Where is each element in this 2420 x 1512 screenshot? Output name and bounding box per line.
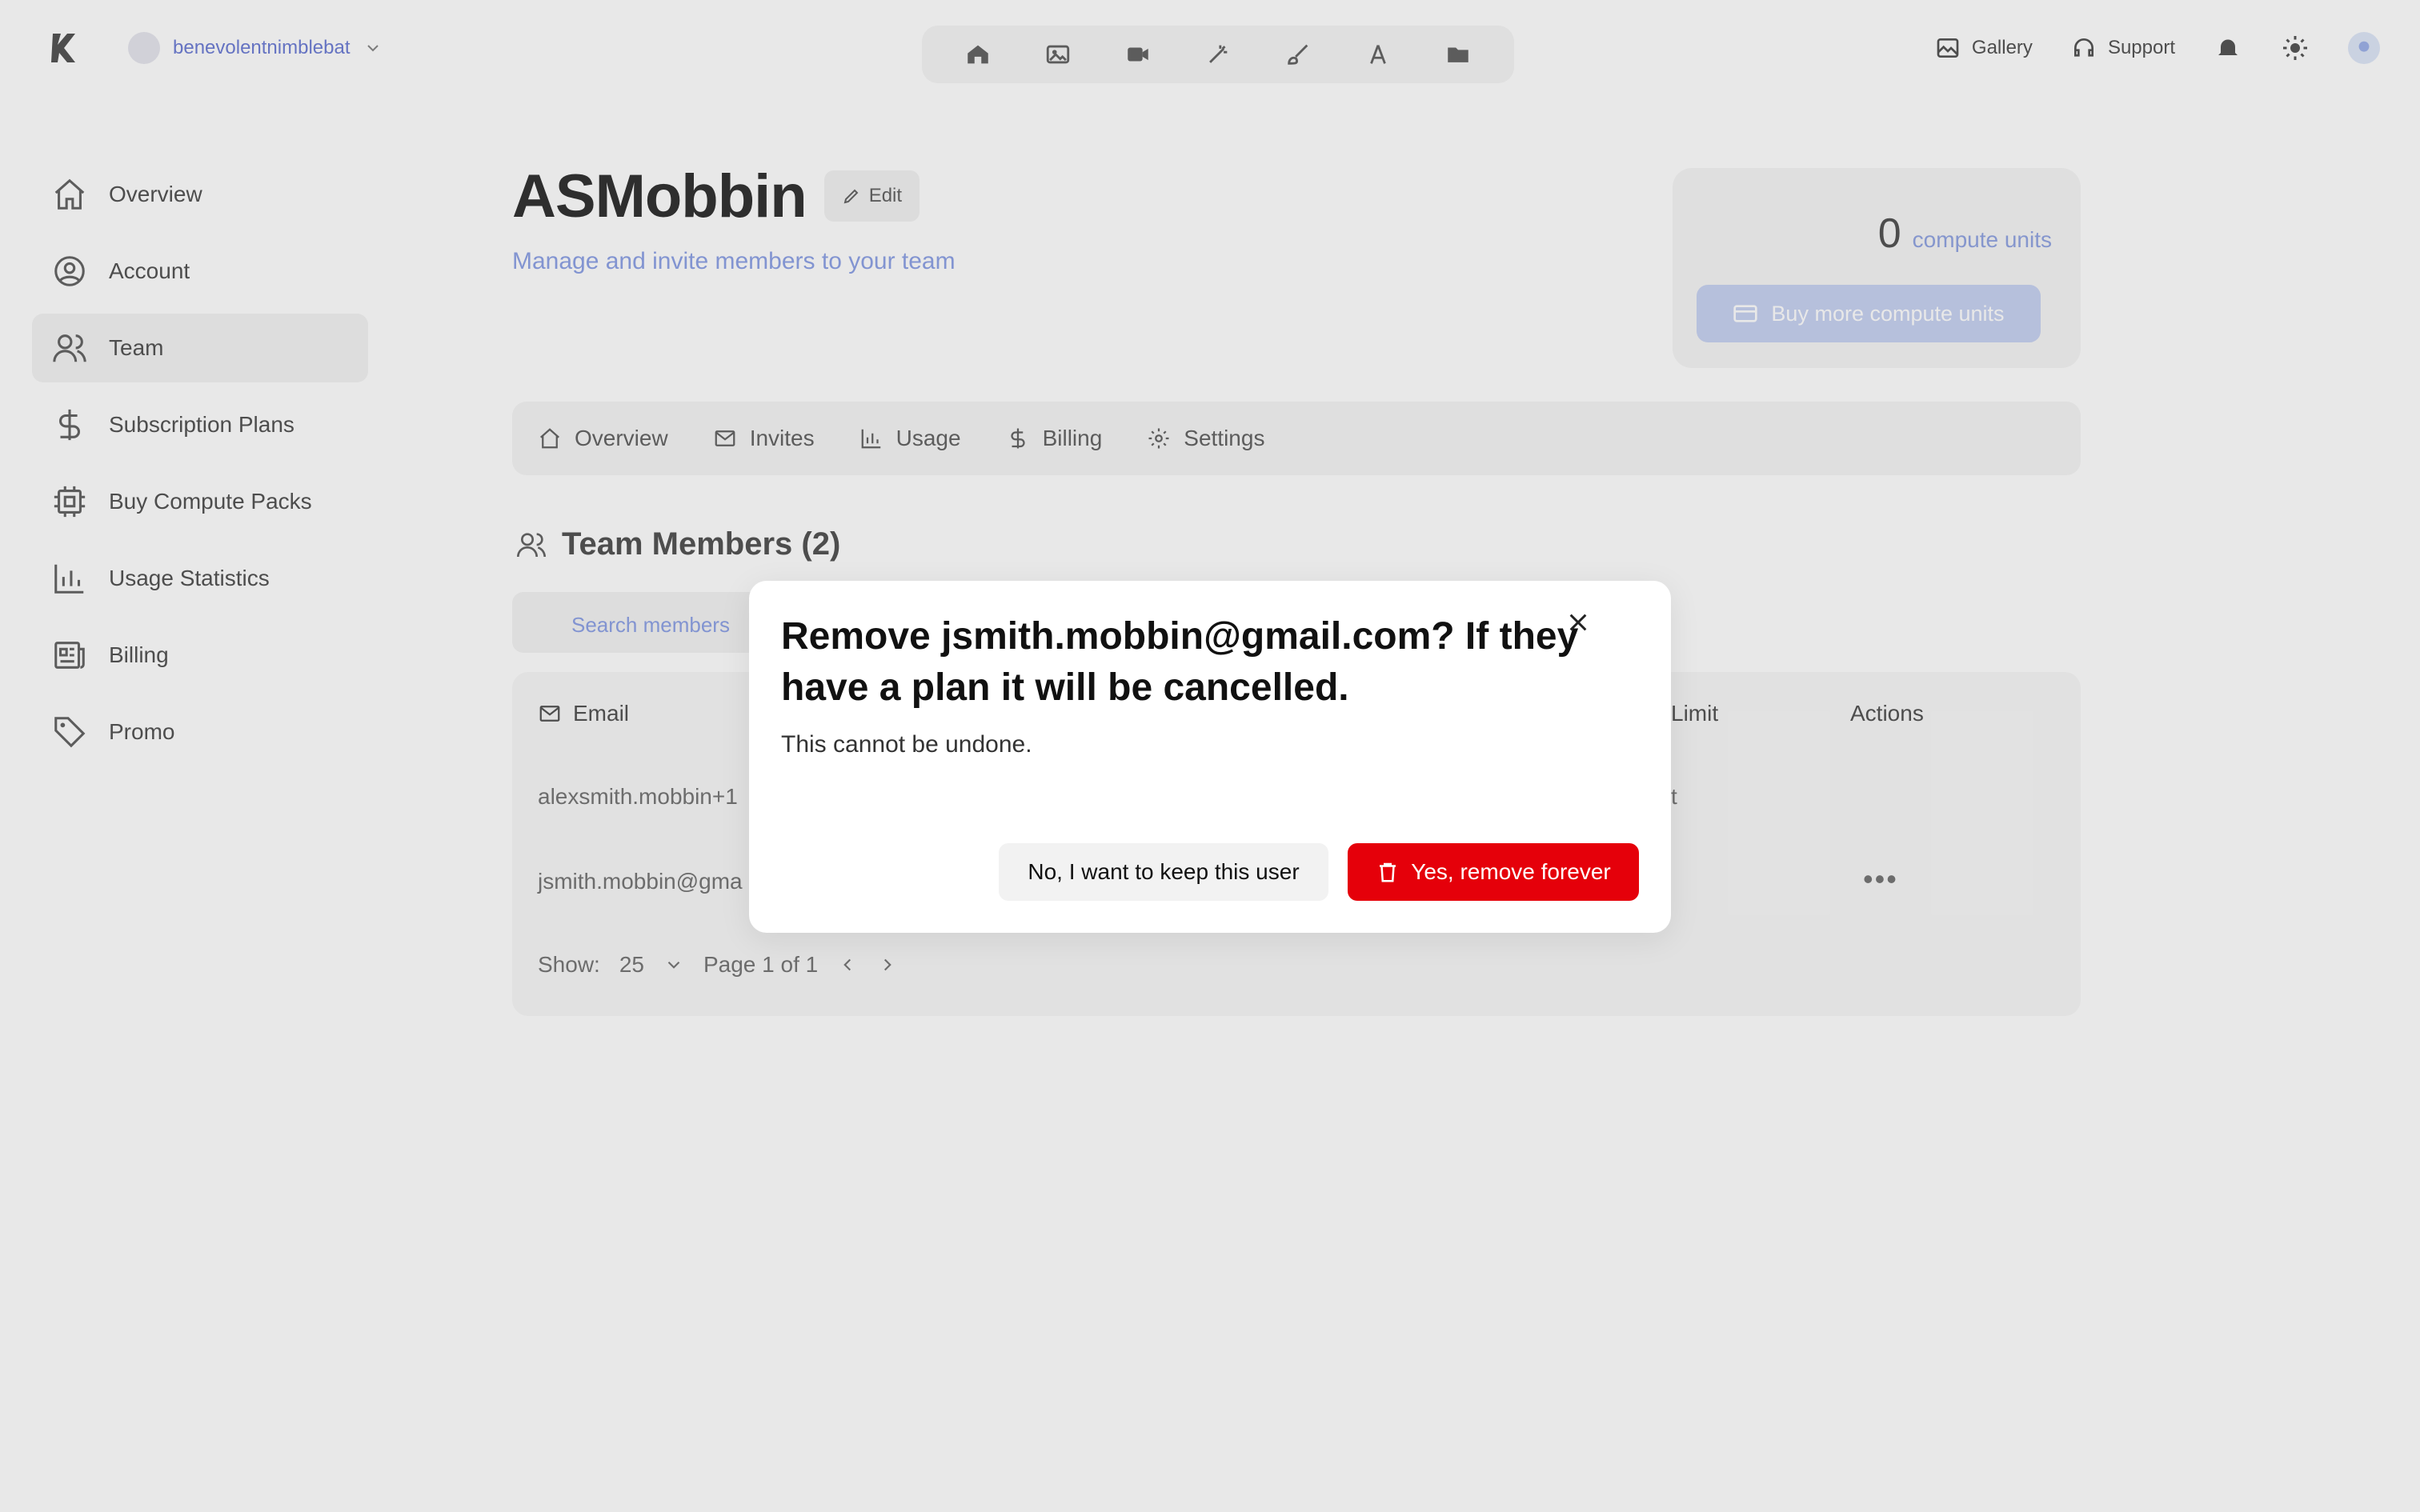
dialog-title: Remove jsmith.mobbin@gmail.com? If they … <box>781 615 1579 709</box>
close-dialog-button[interactable] <box>1561 605 1596 640</box>
keep-user-button[interactable]: No, I want to keep this user <box>999 843 1328 901</box>
remove-member-dialog: Remove jsmith.mobbin@gmail.com? If they … <box>749 581 1671 933</box>
dialog-description: This cannot be undone. <box>781 731 1032 758</box>
remove-forever-label: Yes, remove forever <box>1411 859 1611 884</box>
close-icon <box>1569 614 1587 631</box>
trash-icon <box>1380 862 1396 882</box>
app-root: benevolentnimblebat Gallery Support Over… <box>0 0 2420 1512</box>
remove-forever-button[interactable]: Yes, remove forever <box>1348 843 1639 901</box>
